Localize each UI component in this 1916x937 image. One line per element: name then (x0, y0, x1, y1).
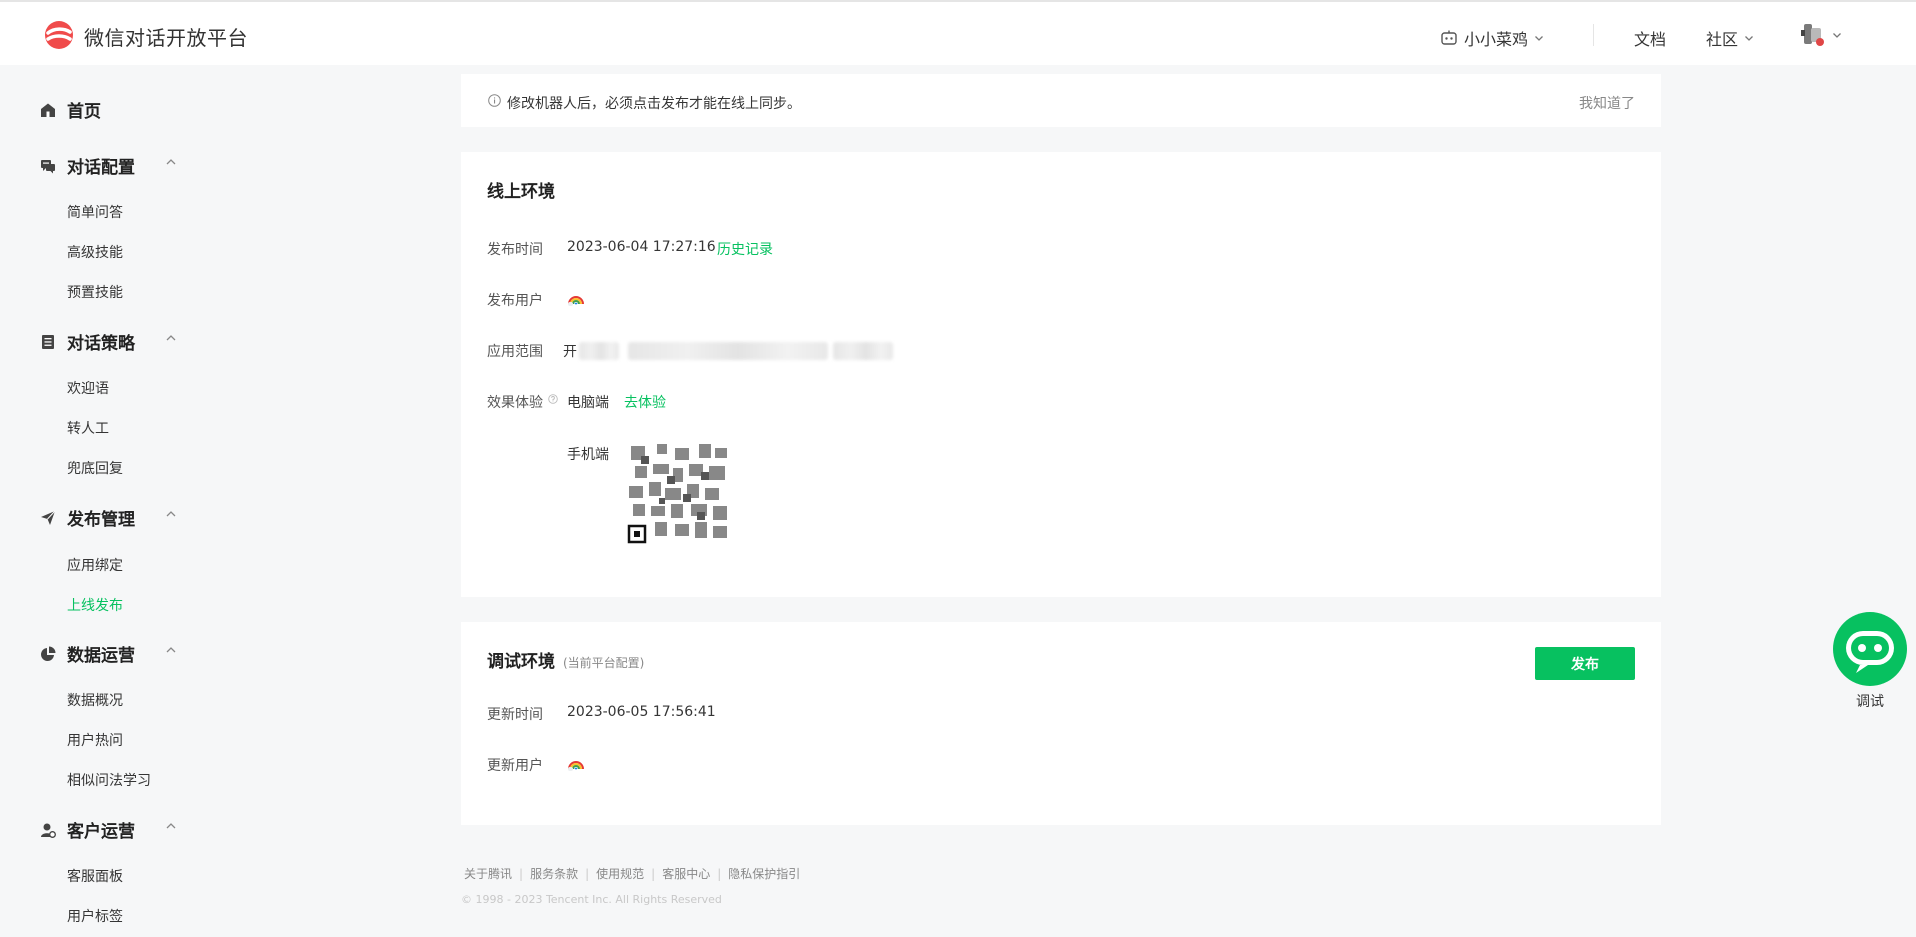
info-icon (488, 94, 501, 107)
sidebar: 首页 对话配置 简单问答 高级技能 预置技能 对话策略 欢迎语 转人工 兜底回复… (0, 65, 220, 937)
docs-link[interactable]: 文档 (1634, 26, 1666, 50)
chevron-down-icon (1833, 33, 1841, 38)
pie-chart-icon (41, 646, 56, 661)
sidebar-item-home[interactable]: 首页 (40, 97, 101, 122)
chevron-down-icon (1535, 36, 1543, 41)
debug-subtitle: (当前平台配置) (563, 656, 645, 670)
platform-title[interactable]: 微信对话开放平台 (84, 22, 248, 51)
chevron-down-icon (1745, 36, 1753, 41)
qr-code (627, 442, 731, 546)
sidebar-item-user-tags[interactable]: 用户标签 (67, 906, 123, 926)
dismiss-notice-button[interactable]: 我知道了 (1579, 93, 1635, 113)
footer-link-about[interactable]: 关于腾讯 (464, 865, 512, 882)
sidebar-item-fallback-reply[interactable]: 兜底回复 (67, 458, 123, 478)
footer-separator: | (519, 866, 524, 881)
footer-link-support[interactable]: 客服中心 (662, 865, 710, 882)
footer-separator: | (651, 866, 656, 881)
sidebar-item-similar-learning[interactable]: 相似问法学习 (67, 770, 151, 790)
sidebar-label: 发布管理 (67, 510, 135, 530)
pc-label: 电脑端 (567, 395, 609, 411)
debug-robot-button[interactable] (1832, 611, 1908, 687)
docs-label: 文档 (1634, 30, 1667, 49)
chevron-up-icon[interactable] (165, 820, 177, 832)
logo-icon[interactable] (42, 20, 76, 50)
sidebar-label: 首页 (67, 102, 101, 122)
send-icon (41, 510, 56, 525)
sidebar-item-transfer-human[interactable]: 转人工 (67, 418, 109, 438)
footer-link-privacy[interactable]: 隐私保护指引 (728, 865, 800, 882)
sidebar-item-go-live[interactable]: 上线发布 (67, 595, 123, 615)
sidebar-item-hot-questions[interactable]: 用户热问 (67, 730, 123, 750)
sidebar-group-customer-ops[interactable]: 客户运营 (40, 817, 135, 842)
bot-selector[interactable]: 小小菜鸡 (1440, 26, 1544, 50)
bot-name: 小小菜鸡 (1464, 30, 1529, 49)
sidebar-label: 客户运营 (67, 822, 135, 842)
publish-user-label: 发布用户 (487, 293, 543, 309)
chevron-up-icon[interactable] (165, 644, 177, 656)
redacted-text (579, 342, 619, 360)
footer-link-rules[interactable]: 使用规范 (596, 865, 644, 882)
publish-button[interactable]: 发布 (1535, 647, 1635, 680)
publish-time-label: 发布时间 (487, 242, 543, 258)
publish-time-value: 2023-06-04 17:27:16 (567, 239, 716, 255)
strategy-icon (42, 334, 54, 349)
scope-label: 应用范围 (487, 344, 543, 360)
debug-environment-card: 调试环境 (当前平台配置) 发布 更新时间 2023-06-05 17:56:41… (461, 622, 1661, 825)
question-icon[interactable] (548, 394, 558, 404)
experience-label: 效果体验 (487, 395, 543, 411)
notice-bar: 修改机器人后，必须点击发布才能在线上同步。 我知道了 (461, 74, 1661, 127)
try-experience-link[interactable]: 去体验 (624, 392, 666, 412)
sidebar-group-dialog-strategy[interactable]: 对话策略 (40, 329, 135, 354)
robot-icon (1441, 30, 1457, 45)
debug-robot-label: 调试 (1856, 694, 1884, 710)
avatar (1801, 24, 1824, 46)
chat-icon (41, 159, 55, 173)
update-time-label: 更新时间 (487, 707, 543, 723)
redacted-text (628, 342, 828, 360)
online-environment-card: 线上环境 发布时间 2023-06-04 17:27:16 历史记录 发布用户 … (461, 152, 1661, 597)
mobile-label: 手机端 (567, 447, 609, 463)
copyright: © 1998 - 2023 Tencent Inc. All Rights Re… (461, 893, 722, 906)
update-user-label: 更新用户 (487, 758, 543, 774)
chevron-up-icon[interactable] (165, 508, 177, 520)
chevron-up-icon[interactable] (165, 332, 177, 344)
user-menu[interactable] (1798, 22, 1842, 48)
debug-title-text: 调试环境 (487, 652, 555, 672)
footer-separator: | (585, 866, 590, 881)
redacted-text (833, 342, 893, 360)
history-link[interactable]: 历史记录 (717, 239, 773, 259)
sidebar-group-dialog-config[interactable]: 对话配置 (40, 153, 135, 178)
home-icon (41, 103, 55, 117)
debug-env-title: 调试环境 (当前平台配置) (487, 647, 644, 672)
sidebar-item-data-overview[interactable]: 数据概况 (67, 690, 123, 710)
footer-separator: | (717, 866, 722, 881)
sidebar-group-data-ops[interactable]: 数据运营 (40, 641, 135, 666)
rainbow-avatar-icon (568, 761, 584, 771)
sidebar-label: 数据运营 (67, 646, 135, 666)
update-time-value: 2023-06-05 17:56:41 (567, 704, 716, 720)
customer-icon (41, 823, 56, 838)
chevron-up-icon[interactable] (165, 156, 177, 168)
footer-link-terms[interactable]: 服务条款 (530, 865, 578, 882)
notice-text: 修改机器人后，必须点击发布才能在线上同步。 (507, 96, 801, 112)
sidebar-item-service-panel[interactable]: 客服面板 (67, 866, 123, 886)
sidebar-item-app-binding[interactable]: 应用绑定 (67, 555, 123, 575)
online-env-title: 线上环境 (487, 182, 555, 202)
scope-value: 开 (563, 344, 577, 360)
sidebar-item-welcome[interactable]: 欢迎语 (67, 378, 109, 398)
sidebar-item-preset-skill[interactable]: 预置技能 (67, 282, 123, 302)
sidebar-item-advanced-skill[interactable]: 高级技能 (67, 242, 123, 262)
top-header: 微信对话开放平台 小小菜鸡 文档 社区 (0, 2, 1916, 65)
footer-links: 关于腾讯 | 服务条款 | 使用规范 | 客服中心 | 隐私保护指引 (464, 865, 800, 882)
sidebar-group-publish[interactable]: 发布管理 (40, 505, 135, 530)
header-divider (1593, 24, 1594, 46)
sidebar-item-simple-qa[interactable]: 简单问答 (67, 202, 123, 222)
community-label: 社区 (1706, 30, 1739, 49)
sidebar-label: 对话配置 (67, 158, 135, 178)
sidebar-label: 对话策略 (67, 334, 135, 354)
community-menu[interactable]: 社区 (1706, 26, 1754, 50)
rainbow-avatar-icon (568, 296, 584, 306)
